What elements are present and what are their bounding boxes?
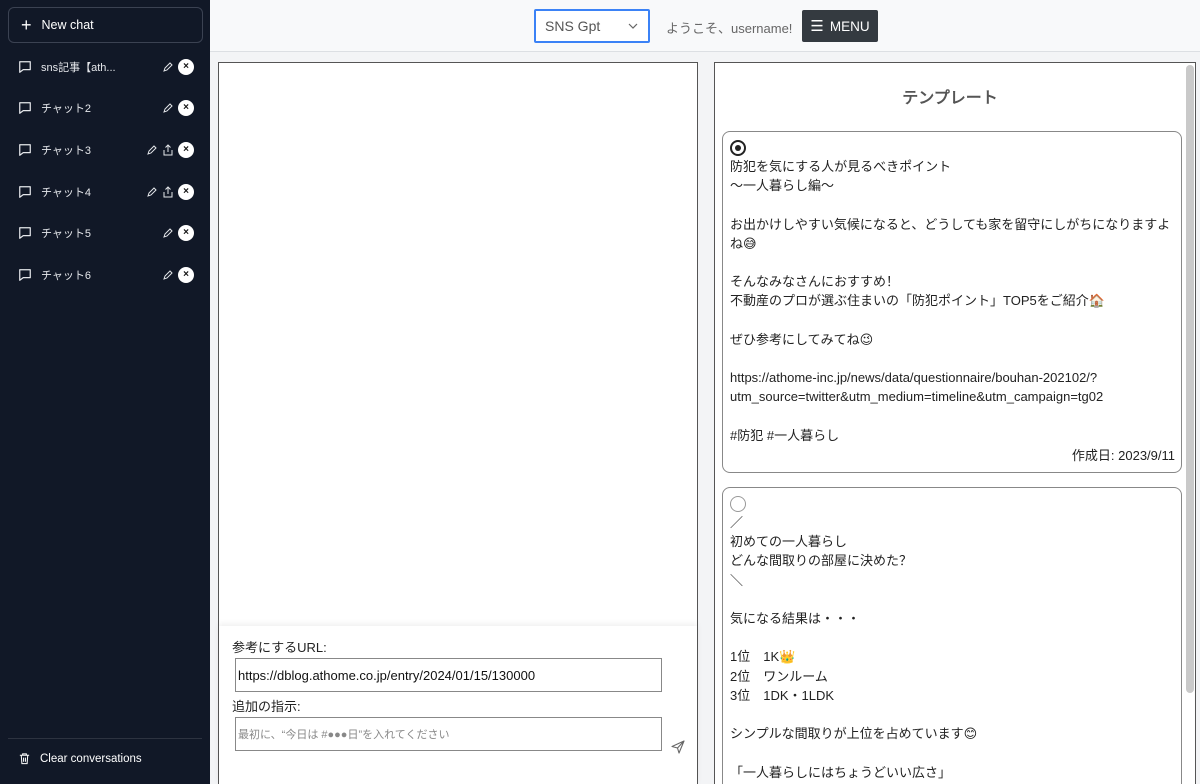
hamburger-icon: ☰: [810, 18, 824, 35]
sidebar: + New chat sns記事【ath... × チャット2 × チャット3: [0, 0, 210, 784]
message-icon: [19, 185, 31, 198]
template-body: ／ 初めての一人暮らし どんな間取りの部屋に決めた？ ＼ 気になる結果は・・・ …: [730, 515, 978, 780]
message-icon: [19, 227, 31, 240]
template-radio[interactable]: [730, 496, 746, 512]
template-radio[interactable]: [730, 140, 746, 156]
chat-item-label: チャット5: [41, 228, 92, 241]
clear-conversations-label: Clear conversations: [40, 752, 142, 765]
chat-item[interactable]: チャット3 ×: [0, 129, 210, 171]
url-input[interactable]: https://dblog.athome.co.jp/entry/2024/01…: [235, 658, 662, 692]
chat-item[interactable]: チャット4 ×: [0, 171, 210, 213]
chat-item-label: チャット2: [41, 103, 92, 116]
chat-item[interactable]: チャット6 ×: [0, 254, 210, 296]
share-icon[interactable]: [162, 144, 174, 156]
message-icon: [19, 268, 31, 281]
edit-icon[interactable]: [162, 227, 174, 239]
chat-list: sns記事【ath... × チャット2 × チャット3 × チャット4 × チ…: [0, 46, 210, 296]
delete-chat-button[interactable]: ×: [178, 225, 194, 242]
menu-button[interactable]: ☰ MENU: [802, 10, 878, 42]
message-icon: [19, 102, 31, 115]
edit-icon[interactable]: [162, 61, 174, 73]
welcome-text: ようこそ、username!: [666, 21, 793, 36]
menu-label: MENU: [829, 18, 870, 34]
chat-item-label: チャット4: [41, 186, 92, 199]
chat-item[interactable]: sns記事【ath... ×: [0, 46, 210, 88]
delete-chat-button[interactable]: ×: [178, 100, 194, 117]
template-card[interactable]: 防犯を気にする人が見るべきポイント ～一人暮らし編～ お出かけしやすい気候になる…: [722, 131, 1182, 473]
template-date: 作成日: 2023/9/11: [1071, 448, 1175, 464]
sidebar-divider: [8, 738, 202, 739]
delete-chat-button[interactable]: ×: [178, 266, 194, 283]
template-card[interactable]: ／ 初めての一人暮らし どんな間取りの部屋に決めた？ ＼ 気になる結果は・・・ …: [722, 487, 1182, 784]
message-icon: [19, 60, 31, 73]
delete-chat-button[interactable]: ×: [178, 183, 194, 200]
template-title: テンプレート: [902, 90, 998, 107]
chat-panel: 参考にするURL: https://dblog.athome.co.jp/ent…: [218, 62, 698, 784]
clear-conversations-button[interactable]: Clear conversations: [18, 752, 142, 765]
chat-item-label: sns記事【ath...: [41, 61, 116, 74]
new-chat-button[interactable]: + New chat: [8, 7, 203, 43]
url-label: 参考にするURL:: [232, 640, 327, 655]
chat-item-label: チャット6: [41, 269, 92, 282]
edit-icon[interactable]: [162, 269, 174, 281]
chat-item[interactable]: チャット5 ×: [0, 212, 210, 254]
plus-icon: +: [21, 15, 32, 35]
template-panel: テンプレート 防犯を気にする人が見るべきポイント ～一人暮らし編～ お出かけしや…: [714, 62, 1196, 784]
model-select-value: SNS Gpt: [545, 18, 601, 34]
trash-icon: [19, 753, 30, 765]
instruction-label: 追加の指示:: [232, 699, 301, 714]
top-bar: SNS Gpt ようこそ、username! ☰ MENU: [210, 0, 1200, 52]
instruction-input[interactable]: 最初に、“今日は #●●●日”を入れてください: [235, 717, 662, 751]
share-icon[interactable]: [162, 185, 174, 198]
chat-item-label: チャット3: [41, 144, 92, 157]
new-chat-label: New chat: [41, 18, 94, 32]
scrollbar[interactable]: [1186, 65, 1194, 693]
edit-icon[interactable]: [162, 102, 174, 114]
template-body: 防犯を気にする人が見るべきポイント ～一人暮らし編～ お出かけしやすい気候になる…: [730, 159, 1171, 443]
edit-icon[interactable]: [146, 144, 158, 156]
send-icon[interactable]: [671, 740, 685, 754]
message-icon: [19, 144, 31, 156]
chevron-down-icon: [628, 23, 638, 29]
edit-icon[interactable]: [146, 186, 158, 198]
delete-chat-button[interactable]: ×: [178, 141, 194, 158]
delete-chat-button[interactable]: ×: [178, 58, 194, 75]
chat-item[interactable]: チャット2 ×: [0, 88, 210, 130]
model-select[interactable]: SNS Gpt: [534, 9, 650, 43]
prompt-form: 参考にするURL: https://dblog.athome.co.jp/ent…: [219, 626, 697, 784]
